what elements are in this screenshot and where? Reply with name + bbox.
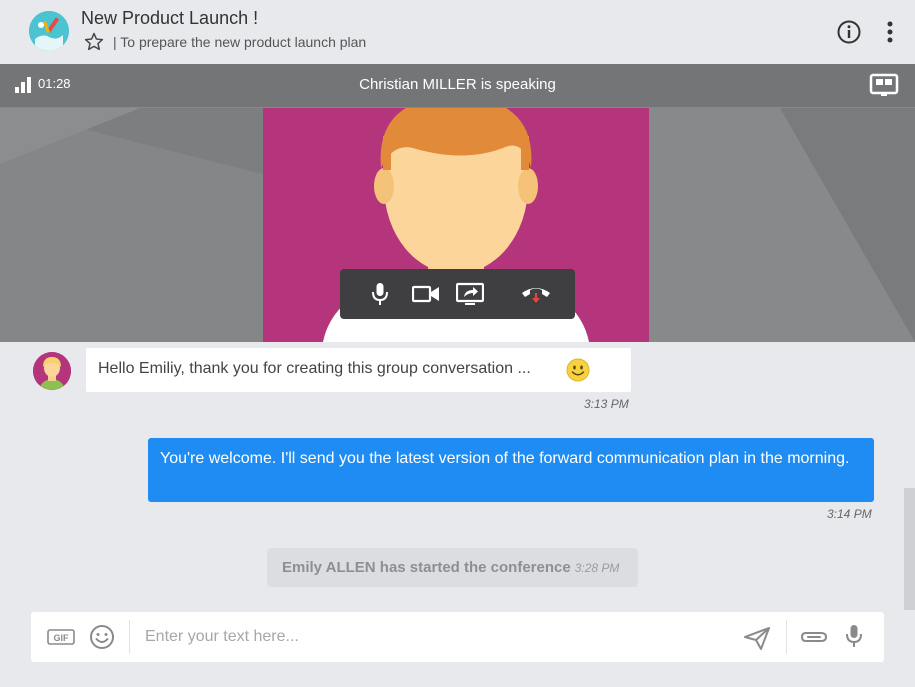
page-title: New Product Launch ! — [81, 8, 259, 28]
gif-label: GIF — [54, 633, 70, 643]
message-composer: GIF — [31, 612, 884, 662]
gif-icon[interactable]: GIF — [47, 629, 75, 645]
screen-layout-icon[interactable] — [869, 73, 899, 97]
hang-up-icon[interactable] — [520, 281, 552, 307]
avatar[interactable] — [33, 352, 71, 390]
info-icon[interactable] — [836, 19, 862, 45]
message-text: You're welcome. I'll send you the latest… — [160, 450, 850, 467]
message-timestamp: 3:13 PM — [584, 397, 629, 411]
video-call-area: 01:28 Christian MILLER is speaking — [0, 64, 915, 342]
divider — [129, 620, 130, 654]
star-icon[interactable] — [83, 31, 105, 53]
system-message: Emily ALLEN has started the conference 3:… — [267, 548, 638, 587]
more-vertical-icon[interactable] — [880, 19, 900, 45]
attachment-icon[interactable] — [797, 627, 829, 647]
message-text: Hello Emiliy, thank you for creating thi… — [98, 360, 531, 377]
smile-emoji-icon — [566, 358, 590, 382]
microphone-icon[interactable] — [366, 281, 394, 307]
system-message-label: Emily ALLEN has started the conference — [282, 559, 571, 576]
message-bubble-incoming: Hello Emiliy, thank you for creating thi… — [86, 348, 631, 392]
message-timestamp: 3:14 PM — [827, 507, 872, 521]
system-message-text: Emily ALLEN has started the conference 3:… — [282, 559, 619, 576]
speaker-status: Christian MILLER is speaking — [359, 76, 556, 93]
divider — [786, 620, 787, 654]
camera-icon[interactable] — [412, 281, 440, 307]
message-input[interactable] — [145, 624, 735, 650]
call-controls — [340, 269, 575, 319]
call-status-bar: 01:28 Christian MILLER is speaking — [0, 64, 915, 108]
conversation-subtitle: | To prepare the new product launch plan — [113, 34, 367, 50]
share-screen-icon[interactable] — [456, 281, 484, 307]
group-avatar[interactable] — [29, 11, 69, 51]
voice-message-icon[interactable] — [843, 623, 865, 649]
message-bubble-outgoing: You're welcome. I'll send you the latest… — [148, 438, 874, 502]
send-icon[interactable] — [743, 625, 771, 651]
system-message-time: 3:28 PM — [574, 561, 620, 575]
conversation-header: New Product Launch ! | To prepare the ne… — [0, 0, 915, 64]
scrollbar[interactable] — [904, 488, 915, 610]
emoji-picker-icon[interactable] — [89, 624, 115, 650]
